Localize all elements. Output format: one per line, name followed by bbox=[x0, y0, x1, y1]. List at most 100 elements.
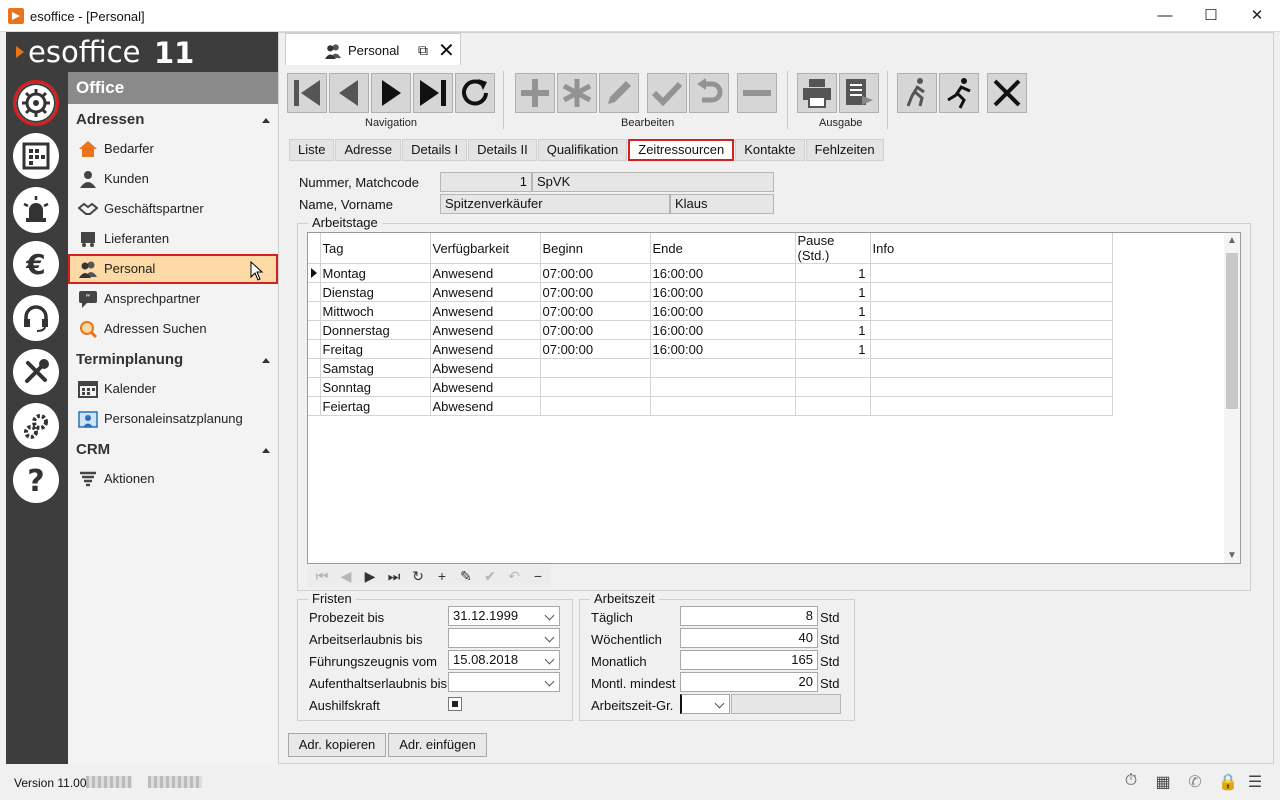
cell-ende[interactable]: 16:00:00 bbox=[650, 263, 796, 283]
nav-item-adressen-suchen[interactable]: Adressen Suchen bbox=[68, 314, 278, 344]
cell-verfuegbarkeit[interactable]: Anwesend bbox=[430, 263, 541, 283]
lock-icon[interactable]: 🔒 bbox=[1218, 772, 1238, 791]
help-icon[interactable]: ? bbox=[13, 457, 59, 503]
first-record-button[interactable] bbox=[287, 73, 327, 113]
section-adressen[interactable]: Adressen bbox=[68, 106, 278, 134]
edit-button[interactable] bbox=[599, 73, 639, 113]
cell-ende[interactable]: 16:00:00 bbox=[650, 282, 796, 302]
export-button[interactable] bbox=[839, 73, 879, 113]
cell-info[interactable] bbox=[870, 339, 1113, 359]
cell-info[interactable] bbox=[870, 377, 1113, 397]
cell-pause[interactable]: 1 bbox=[795, 339, 871, 359]
settings-gears-icon[interactable] bbox=[13, 403, 59, 449]
cell-pause[interactable]: 1 bbox=[795, 282, 871, 302]
maximize-button[interactable]: ☐ bbox=[1188, 0, 1234, 32]
mindest-input[interactable]: 20 bbox=[680, 672, 818, 692]
tools-icon[interactable] bbox=[13, 349, 59, 395]
cell-verfuegbarkeit[interactable]: Anwesend bbox=[430, 301, 541, 321]
cell-tag[interactable]: Feiertag bbox=[320, 396, 431, 416]
cell-pause[interactable]: 1 bbox=[795, 301, 871, 321]
cell-tag[interactable]: Montag bbox=[320, 263, 431, 283]
fuehrungszeugnis-date-picker[interactable]: 15.08.2018 bbox=[448, 650, 560, 670]
tab-fehlzeiten[interactable]: Fehlzeiten bbox=[805, 139, 884, 161]
cell-tag[interactable]: Freitag bbox=[320, 339, 431, 359]
cell-verfuegbarkeit[interactable]: Abwesend bbox=[430, 396, 541, 416]
cell-beginn[interactable]: 07:00:00 bbox=[540, 339, 651, 359]
table-row[interactable]: Sonntag Abwesend bbox=[308, 377, 1113, 397]
cell-info[interactable] bbox=[870, 320, 1113, 340]
cell-pause[interactable] bbox=[795, 396, 871, 416]
cell-beginn[interactable] bbox=[540, 358, 651, 378]
cell-beginn[interactable]: 07:00:00 bbox=[540, 320, 651, 340]
cell-ende[interactable]: 16:00:00 bbox=[650, 339, 796, 359]
cell-beginn[interactable] bbox=[540, 377, 651, 397]
grid-last-icon[interactable]: ⏭ bbox=[383, 568, 405, 585]
cell-ende[interactable] bbox=[650, 396, 796, 416]
column-header-pause[interactable]: Pause (Std.) bbox=[795, 233, 871, 264]
new-button[interactable] bbox=[557, 73, 597, 113]
cell-pause[interactable] bbox=[795, 358, 871, 378]
grid-save-icon[interactable]: ✔ bbox=[479, 568, 501, 585]
grid-edit-icon[interactable]: ✎ bbox=[455, 568, 477, 585]
table-row[interactable]: Dienstag Anwesend 07:00:00 16:00:00 1 bbox=[308, 282, 1113, 302]
nav-item-ansprechpartner[interactable]: “ Ansprechpartner bbox=[68, 284, 278, 314]
tab-adresse[interactable]: Adresse bbox=[335, 139, 402, 161]
cell-pause[interactable] bbox=[795, 377, 871, 397]
database-icon[interactable]: ☰ bbox=[1246, 772, 1264, 791]
table-row[interactable]: Freitag Anwesend 07:00:00 16:00:00 1 bbox=[308, 339, 1113, 359]
cell-beginn[interactable]: 07:00:00 bbox=[540, 282, 651, 302]
column-header-tag[interactable]: Tag bbox=[320, 233, 431, 264]
cell-tag[interactable]: Samstag bbox=[320, 358, 431, 378]
run-button[interactable] bbox=[939, 73, 979, 113]
phone-icon[interactable]: ✆ bbox=[1186, 772, 1204, 791]
nav-item-personaleinsatzplanung[interactable]: Personaleinsatzplanung bbox=[68, 404, 278, 434]
copy-address-button[interactable]: Adr. kopieren bbox=[288, 733, 386, 757]
section-terminplanung[interactable]: Terminplanung bbox=[68, 346, 278, 374]
cell-pause[interactable]: 1 bbox=[795, 263, 871, 283]
cell-beginn[interactable]: 07:00:00 bbox=[540, 263, 651, 283]
column-header-beginn[interactable]: Beginn bbox=[540, 233, 651, 264]
nav-item-aktionen[interactable]: Aktionen bbox=[68, 464, 278, 494]
document-tab-personal[interactable]: Personal ⧉ ✕ bbox=[285, 33, 461, 65]
aushilfskraft-checkbox[interactable] bbox=[448, 697, 462, 711]
popout-icon[interactable]: ⧉ bbox=[418, 42, 428, 59]
tab-details-2[interactable]: Details II bbox=[468, 139, 537, 161]
cell-verfuegbarkeit[interactable]: Anwesend bbox=[430, 282, 541, 302]
cell-verfuegbarkeit[interactable]: Anwesend bbox=[430, 320, 541, 340]
add-button[interactable] bbox=[515, 73, 555, 113]
office-wheel-icon[interactable] bbox=[13, 80, 59, 126]
cell-beginn[interactable]: 07:00:00 bbox=[540, 301, 651, 321]
nav-item-personal[interactable]: Personal bbox=[68, 254, 278, 284]
grid-delete-icon[interactable]: − bbox=[527, 568, 549, 584]
arbeitserlaubnis-date-picker[interactable] bbox=[448, 628, 560, 648]
vertical-scrollbar[interactable]: ▲ ▼ bbox=[1224, 233, 1240, 563]
cell-ende[interactable] bbox=[650, 358, 796, 378]
scroll-down-icon[interactable]: ▼ bbox=[1227, 550, 1237, 561]
save-button[interactable] bbox=[647, 73, 687, 113]
cell-info[interactable] bbox=[870, 263, 1113, 283]
cell-pause[interactable]: 1 bbox=[795, 320, 871, 340]
aufenthalt-date-picker[interactable] bbox=[448, 672, 560, 692]
euro-icon[interactable]: € bbox=[13, 241, 59, 287]
headset-icon[interactable] bbox=[13, 295, 59, 341]
woechentlich-input[interactable]: 40 bbox=[680, 628, 818, 648]
table-row[interactable]: Feiertag Abwesend bbox=[308, 396, 1113, 416]
arbeitstage-grid[interactable]: Tag Verfügbarkeit Beginn Ende Pause (Std… bbox=[307, 232, 1241, 564]
monatlich-input[interactable]: 165 bbox=[680, 650, 818, 670]
column-header-ende[interactable]: Ende bbox=[650, 233, 796, 264]
alarm-icon[interactable] bbox=[13, 187, 59, 233]
scroll-up-icon[interactable]: ▲ bbox=[1227, 235, 1237, 246]
cell-tag[interactable]: Donnerstag bbox=[320, 320, 431, 340]
paste-address-button[interactable]: Adr. einfügen bbox=[388, 733, 487, 757]
probezeit-date-picker[interactable]: 31.12.1999 bbox=[448, 606, 560, 626]
grid-next-icon[interactable]: ▶ bbox=[359, 568, 381, 585]
table-row[interactable]: Samstag Abwesend bbox=[308, 358, 1113, 378]
walk-button[interactable] bbox=[897, 73, 937, 113]
cell-ende[interactable]: 16:00:00 bbox=[650, 301, 796, 321]
taeglich-input[interactable]: 8 bbox=[680, 606, 818, 626]
cell-ende[interactable] bbox=[650, 377, 796, 397]
cell-beginn[interactable] bbox=[540, 396, 651, 416]
nav-item-lieferanten[interactable]: Lieferanten bbox=[68, 224, 278, 254]
tab-details-1[interactable]: Details I bbox=[402, 139, 468, 161]
cell-tag[interactable]: Dienstag bbox=[320, 282, 431, 302]
